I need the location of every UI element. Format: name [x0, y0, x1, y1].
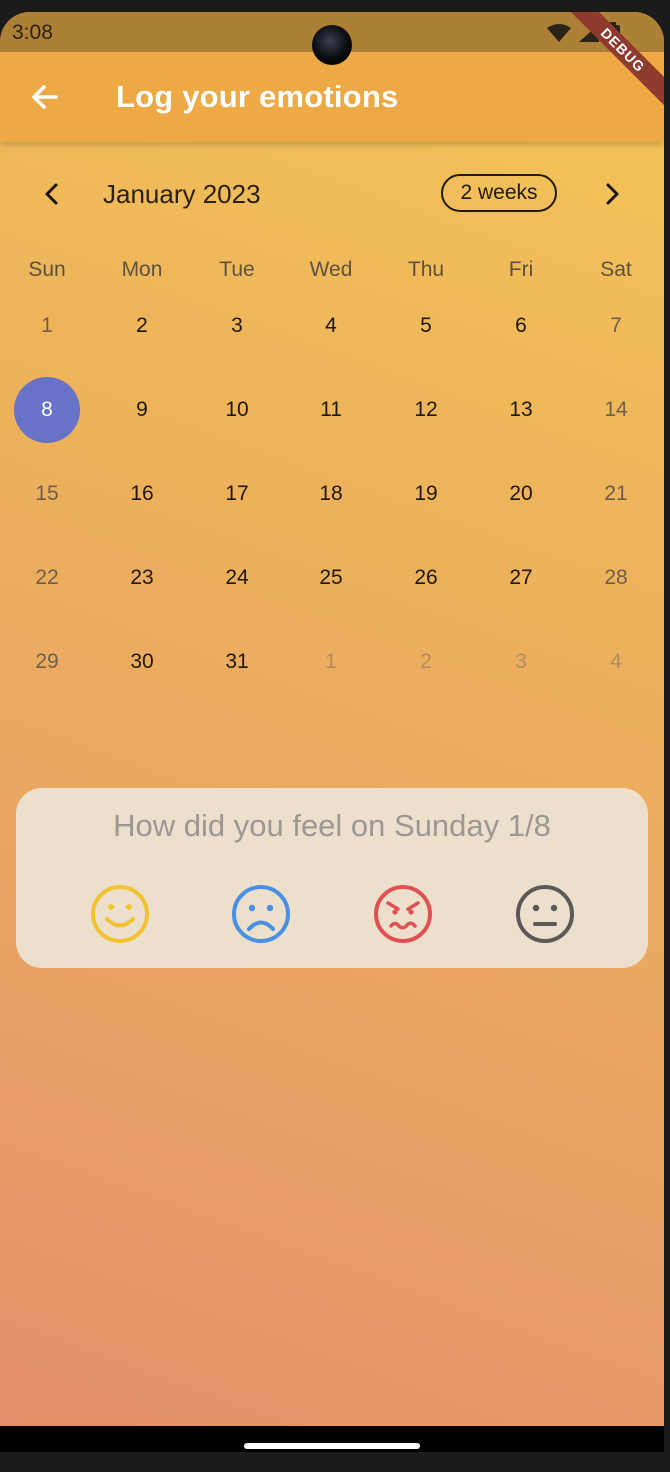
calendar-day[interactable]: 20: [474, 452, 568, 536]
weekday-header: Sun Mon Tue Wed Thu Fri Sat: [0, 258, 664, 286]
calendar-day-label: 26: [414, 566, 438, 589]
calendar-day-label: 20: [509, 482, 533, 505]
calendar-day-label: 2: [136, 314, 148, 337]
calendar-day-selected[interactable]: 8: [0, 368, 94, 452]
calendar-day-label: 7: [610, 314, 622, 337]
calendar-day[interactable]: 7: [569, 284, 663, 368]
calendar-day[interactable]: 10: [190, 368, 284, 452]
calendar-day-label: 15: [35, 482, 59, 505]
calendar-day[interactable]: 23: [95, 536, 189, 620]
calendar-day-label: 11: [320, 398, 342, 421]
calendar-day-label: 8: [14, 377, 80, 443]
chevron-right-icon[interactable]: [598, 180, 626, 208]
calendar-day[interactable]: 2: [379, 620, 473, 704]
calendar-day[interactable]: 16: [95, 452, 189, 536]
angry-face-icon[interactable]: [371, 882, 435, 946]
calendar-day-label: 9: [136, 398, 148, 421]
calendar-day-label: 31: [225, 650, 249, 673]
sad-face-icon[interactable]: [229, 882, 293, 946]
calendar-day[interactable]: 4: [284, 284, 378, 368]
calendar-day[interactable]: 1: [0, 284, 94, 368]
calendar-day-label: 16: [130, 482, 154, 505]
calendar-day[interactable]: 2: [95, 284, 189, 368]
front-camera: [312, 25, 352, 65]
gesture-bar: [0, 1426, 664, 1452]
calendar-day[interactable]: 14: [569, 368, 663, 452]
format-toggle-button[interactable]: 2 weeks: [441, 174, 557, 212]
app-screen: 3:08 DEBUG Log your emotions January 202…: [0, 12, 664, 1452]
calendar-day[interactable]: 17: [190, 452, 284, 536]
calendar-day[interactable]: 12: [379, 368, 473, 452]
calendar-day[interactable]: 19: [379, 452, 473, 536]
calendar-day-label: 23: [130, 566, 154, 589]
calendar-day-label: 3: [231, 314, 243, 337]
calendar-day[interactable]: 21: [569, 452, 663, 536]
calendar-day-label: 3: [515, 650, 527, 673]
calendar-day-label: 24: [225, 566, 249, 589]
happy-face-icon[interactable]: [88, 882, 152, 946]
calendar-day-label: 19: [414, 482, 438, 505]
month-title: January 2023: [103, 179, 261, 209]
calendar-day[interactable]: 15: [0, 452, 94, 536]
wifi-icon: [547, 24, 571, 42]
calendar-day-label: 18: [319, 482, 343, 505]
calendar-day[interactable]: 30: [95, 620, 189, 704]
calendar-day-label: 12: [414, 398, 438, 421]
weekday-mon: Mon: [121, 258, 163, 281]
calendar-day-label: 28: [604, 566, 628, 589]
calendar-day-label: 1: [325, 650, 337, 673]
status-time: 3:08: [12, 21, 53, 44]
weekday-sat: Sat: [600, 258, 632, 281]
calendar-day-label: 10: [225, 398, 249, 421]
home-indicator[interactable]: [244, 1443, 420, 1449]
calendar-day-label: 29: [35, 650, 59, 673]
weekday-fri: Fri: [508, 258, 534, 281]
calendar-day-label: 6: [515, 314, 527, 337]
calendar-day-label: 2: [420, 650, 432, 673]
app-bar: Log your emotions: [0, 52, 664, 142]
calendar-day[interactable]: 13: [474, 368, 568, 452]
calendar-day[interactable]: 4: [569, 620, 663, 704]
calendar-day[interactable]: 29: [0, 620, 94, 704]
calendar-day-label: 13: [509, 398, 533, 421]
calendar-day[interactable]: 24: [190, 536, 284, 620]
chevron-left-icon[interactable]: [38, 180, 66, 208]
weekday-thu: Thu: [407, 258, 445, 281]
calendar-day[interactable]: 18: [284, 452, 378, 536]
calendar-day[interactable]: 11: [284, 368, 378, 452]
calendar-day[interactable]: 6: [474, 284, 568, 368]
calendar-day-label: 21: [604, 482, 628, 505]
calendar-day[interactable]: 22: [0, 536, 94, 620]
weekday-tue: Tue: [219, 258, 255, 281]
calendar-day-label: 4: [610, 650, 622, 673]
calendar-day-label: 30: [130, 650, 154, 673]
weekday-wed: Wed: [309, 258, 353, 281]
calendar-day-label: 27: [509, 566, 533, 589]
calendar-day-label: 22: [35, 566, 59, 589]
calendar-day[interactable]: 25: [284, 536, 378, 620]
calendar-day-label: 5: [420, 314, 432, 337]
calendar-day-label: 4: [325, 314, 337, 337]
calendar-day[interactable]: 3: [474, 620, 568, 704]
calendar-day[interactable]: 1: [284, 620, 378, 704]
neutral-face-icon[interactable]: [513, 882, 577, 946]
calendar-header: January 2023 2 weeks: [0, 174, 664, 214]
calendar-day[interactable]: 27: [474, 536, 568, 620]
calendar-day[interactable]: 9: [95, 368, 189, 452]
calendar-day-label: 1: [41, 314, 53, 337]
calendar-day[interactable]: 28: [569, 536, 663, 620]
page-title: Log your emotions: [116, 79, 399, 114]
calendar-day[interactable]: 3: [190, 284, 284, 368]
calendar-day[interactable]: 26: [379, 536, 473, 620]
calendar-day-label: 25: [319, 566, 343, 589]
arrow-back-icon[interactable]: [30, 82, 60, 112]
calendar-day[interactable]: 5: [379, 284, 473, 368]
calendar-day-label: 14: [604, 398, 628, 421]
emotion-card: How did you feel on Sunday 1/8: [16, 788, 648, 968]
emotion-question: How did you feel on Sunday 1/8: [113, 808, 551, 843]
weekday-sun: Sun: [28, 258, 66, 281]
calendar-day[interactable]: 31: [190, 620, 284, 704]
calendar-day-label: 17: [225, 482, 249, 505]
